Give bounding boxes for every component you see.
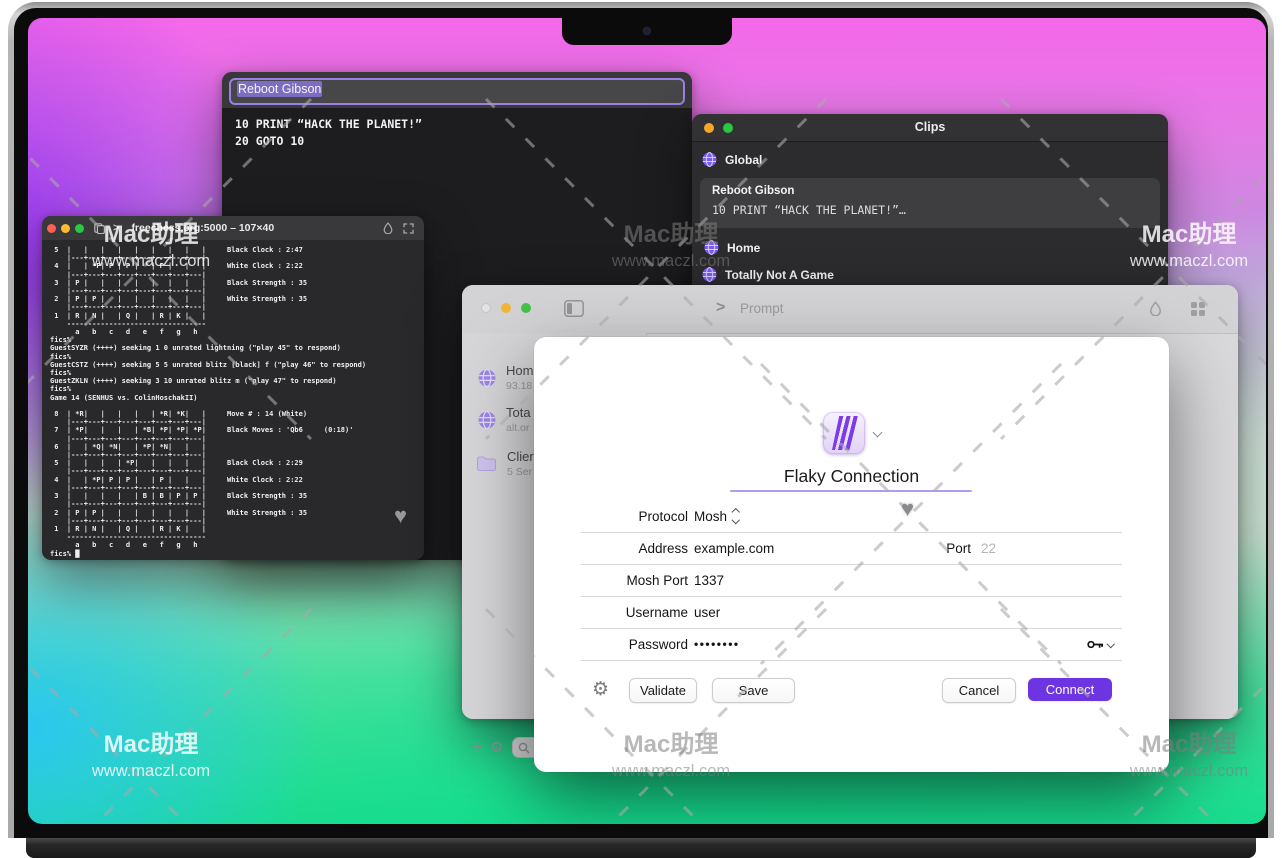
chevron-down-icon bbox=[1107, 640, 1115, 648]
clip-editor-titlebar[interactable]: Reboot Gibson bbox=[222, 72, 692, 108]
password-label: Password bbox=[574, 637, 688, 652]
connection-dialog: Flaky Connection Protocol Mosh Address e… bbox=[534, 337, 1169, 772]
divider bbox=[581, 660, 1122, 661]
cancel-button[interactable]: Cancel bbox=[942, 678, 1016, 703]
theme-droplet-icon[interactable] bbox=[1149, 301, 1162, 321]
clip-item-selected[interactable]: Reboot Gibson 10 PRINT “HACK THE PLANET!… bbox=[700, 178, 1160, 228]
clips-window: Clips Global Reboot Gibson 10 PRINT “HAC… bbox=[692, 114, 1168, 289]
minimize-button[interactable] bbox=[501, 303, 511, 313]
macbook-notch bbox=[562, 18, 732, 45]
password-row: Password •••••••• bbox=[534, 628, 1169, 660]
mosh-port-field[interactable]: 1337 bbox=[694, 573, 724, 588]
port-field[interactable]: 22 bbox=[981, 541, 996, 556]
item-subtitle: 5 Ser bbox=[507, 466, 534, 478]
clip-code-content[interactable]: 10 PRINT “HACK THE PLANET!” 20 GOTO 10 bbox=[235, 116, 422, 150]
clips-titlebar[interactable]: Clips bbox=[692, 114, 1168, 142]
mosh-port-row: Mosh Port 1337 bbox=[534, 564, 1169, 596]
terminal-window: > freechess.org:5000 – 107×40 5 | | | | … bbox=[42, 216, 424, 560]
password-field[interactable]: •••••••• bbox=[694, 637, 740, 651]
selected-text: Reboot Gibson bbox=[237, 81, 322, 97]
sidebar-item-home[interactable]: Hom 93.18 bbox=[478, 363, 533, 392]
item-label: Hom bbox=[506, 363, 533, 378]
title-underline bbox=[730, 490, 972, 492]
globe-icon bbox=[702, 152, 717, 167]
zoom-button[interactable] bbox=[75, 224, 84, 233]
prompt-window-title: Prompt bbox=[740, 301, 784, 316]
camera-dot bbox=[643, 27, 651, 35]
desktop-wallpaper: Reboot Gibson 10 PRINT “HACK THE PLANET!… bbox=[28, 18, 1266, 824]
protocol-label: Protocol bbox=[574, 509, 688, 524]
session-chevron-icon: > bbox=[716, 299, 725, 317]
close-button[interactable] bbox=[47, 224, 56, 233]
fullscreen-icon[interactable] bbox=[403, 223, 414, 234]
terminal-title: freechess.org:5000 – 107×40 bbox=[131, 222, 274, 234]
mosh-port-label: Mosh Port bbox=[574, 573, 688, 588]
password-options-button[interactable] bbox=[1087, 639, 1114, 650]
laptop-lid: Reboot Gibson 10 PRINT “HACK THE PLANET!… bbox=[8, 2, 1274, 838]
clip-item-title: Reboot Gibson bbox=[712, 185, 794, 197]
address-field[interactable]: example.com bbox=[694, 541, 774, 556]
connect-button[interactable]: Connect bbox=[1028, 678, 1112, 701]
minimize-button[interactable] bbox=[61, 224, 70, 233]
username-label: Username bbox=[574, 605, 688, 620]
clips-section-global[interactable]: Global bbox=[702, 152, 762, 167]
zoom-button[interactable] bbox=[521, 303, 531, 313]
globe-icon bbox=[478, 411, 496, 429]
watermark: Mac助理www.maczl.com bbox=[66, 732, 236, 784]
clips-window-title: Clips bbox=[692, 120, 1168, 134]
save-button[interactable]: Save bbox=[712, 678, 795, 703]
item-label: Home bbox=[727, 241, 760, 255]
address-label: Address bbox=[574, 541, 688, 556]
clips-item-totally-not-a-game[interactable]: Totally Not A Game bbox=[702, 267, 834, 282]
folder-icon bbox=[476, 455, 497, 472]
dialog-title: Flaky Connection bbox=[534, 466, 1169, 487]
item-subtitle: alt.or bbox=[506, 422, 531, 434]
validate-button[interactable]: Validate bbox=[629, 678, 697, 703]
laptop-chassis bbox=[26, 838, 1256, 858]
settings-gear-icon[interactable]: ⚙ bbox=[592, 677, 609, 701]
key-icon bbox=[1087, 639, 1104, 650]
prompt-titlebar[interactable]: > Prompt bbox=[462, 285, 1238, 334]
item-label: Tota bbox=[506, 405, 531, 420]
protocol-row: Protocol Mosh bbox=[534, 500, 1169, 532]
username-field[interactable]: user bbox=[694, 605, 720, 620]
globe-icon bbox=[704, 240, 719, 255]
laptop-bezel: Reboot Gibson 10 PRINT “HACK THE PLANET!… bbox=[14, 8, 1268, 838]
username-row: Username user bbox=[534, 596, 1169, 628]
protocol-select[interactable]: Mosh bbox=[694, 509, 739, 524]
sidebar-item-clients[interactable]: Clier 5 Ser bbox=[476, 449, 534, 478]
chevron-down-icon[interactable] bbox=[873, 428, 883, 438]
theme-droplet-icon[interactable] bbox=[383, 222, 393, 234]
prompt-chevron-icon: > bbox=[113, 222, 119, 234]
gear-icon[interactable]: ⚙ bbox=[490, 738, 503, 756]
sidebar-toggle-icon[interactable] bbox=[564, 300, 584, 322]
item-label: Clier bbox=[507, 449, 534, 464]
copy-icon[interactable] bbox=[94, 223, 105, 234]
app-icon-stripes bbox=[829, 416, 859, 450]
globe-icon bbox=[478, 369, 496, 387]
grid-view-icon[interactable] bbox=[1190, 301, 1206, 322]
search-icon bbox=[518, 742, 530, 754]
stepper-chevrons-icon bbox=[733, 509, 739, 523]
add-button[interactable]: + bbox=[472, 737, 483, 757]
prompt-app-icon[interactable] bbox=[823, 412, 865, 454]
port-label: Port bbox=[911, 541, 971, 556]
clip-name-input[interactable]: Reboot Gibson bbox=[229, 78, 685, 105]
terminal-output[interactable]: 5 | | | | | | | | | Black Clock : 2:47 |… bbox=[50, 246, 366, 558]
close-button[interactable] bbox=[481, 303, 491, 313]
clip-item-preview: 10 PRINT “HACK THE PLANET!”… bbox=[712, 203, 906, 217]
address-row: Address example.com Port 22 bbox=[534, 532, 1169, 564]
globe-icon bbox=[702, 267, 717, 282]
section-label: Global bbox=[725, 153, 762, 167]
terminal-titlebar[interactable]: > freechess.org:5000 – 107×40 bbox=[42, 216, 424, 240]
item-subtitle: 93.18 bbox=[506, 380, 533, 392]
item-label: Totally Not A Game bbox=[725, 268, 834, 282]
clips-item-home[interactable]: Home bbox=[704, 240, 760, 255]
sidebar-item-totally[interactable]: Tota alt.or bbox=[478, 405, 531, 434]
